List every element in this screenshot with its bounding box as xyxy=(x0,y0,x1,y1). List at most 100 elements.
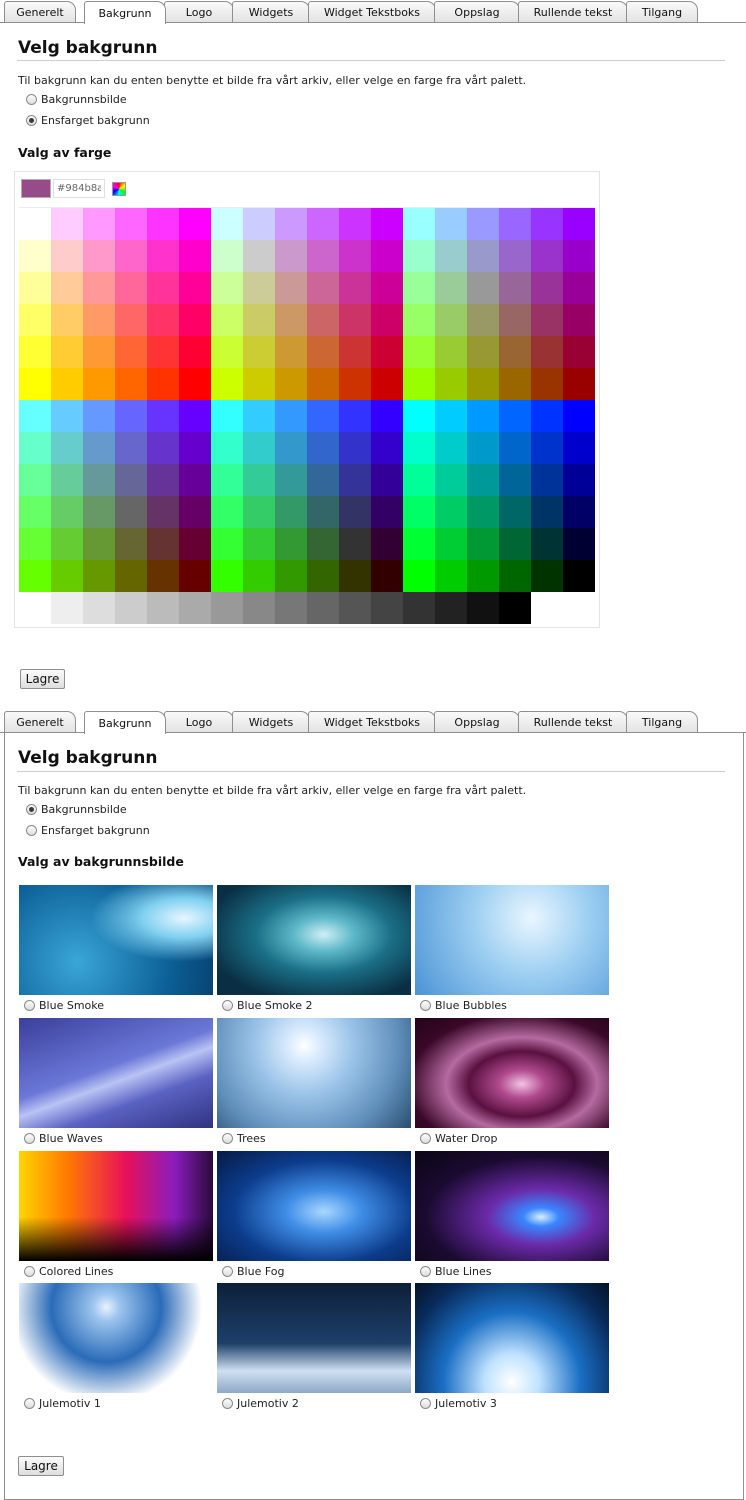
tab-logo[interactable]: Logo xyxy=(164,1,234,22)
color-swatch[interactable] xyxy=(563,560,595,592)
color-swatch[interactable] xyxy=(371,496,403,528)
color-swatch[interactable] xyxy=(339,304,371,336)
color-swatch[interactable] xyxy=(179,464,211,496)
color-swatch[interactable] xyxy=(275,400,307,432)
tab-widgets[interactable]: Widgets xyxy=(232,1,310,22)
color-swatch[interactable] xyxy=(275,336,307,368)
tab-bakgrunn[interactable]: Bakgrunn xyxy=(84,711,166,734)
color-swatch[interactable] xyxy=(339,528,371,560)
color-swatch[interactable] xyxy=(499,496,531,528)
color-swatch[interactable] xyxy=(307,432,339,464)
color-swatch[interactable] xyxy=(403,400,435,432)
tab-widgets[interactable]: Widgets xyxy=(232,711,310,732)
tab-tilgang[interactable]: Tilgang xyxy=(626,711,698,732)
color-swatch[interactable] xyxy=(435,368,467,400)
color-swatch[interactable] xyxy=(339,400,371,432)
color-swatch[interactable] xyxy=(275,528,307,560)
color-swatch[interactable] xyxy=(147,400,179,432)
color-swatch[interactable] xyxy=(19,592,51,624)
color-swatch[interactable] xyxy=(211,400,243,432)
color-swatch[interactable] xyxy=(19,528,51,560)
color-swatch[interactable] xyxy=(435,304,467,336)
color-swatch[interactable] xyxy=(403,496,435,528)
color-swatch[interactable] xyxy=(403,528,435,560)
color-swatch[interactable] xyxy=(531,400,563,432)
color-swatch[interactable] xyxy=(179,496,211,528)
color-swatch[interactable] xyxy=(179,208,211,240)
color-swatch[interactable] xyxy=(563,464,595,496)
color-swatch[interactable] xyxy=(371,592,403,624)
color-swatch[interactable] xyxy=(499,592,531,624)
color-swatch[interactable] xyxy=(211,432,243,464)
color-swatch[interactable] xyxy=(147,528,179,560)
color-swatch[interactable] xyxy=(403,560,435,592)
tab-oppslag[interactable]: Oppslag xyxy=(434,1,520,22)
color-swatch[interactable] xyxy=(307,560,339,592)
color-swatch[interactable] xyxy=(83,272,115,304)
color-swatch[interactable] xyxy=(115,400,147,432)
color-swatch[interactable] xyxy=(115,272,147,304)
color-swatch[interactable] xyxy=(371,464,403,496)
color-swatch[interactable] xyxy=(467,464,499,496)
color-swatch[interactable] xyxy=(435,592,467,624)
color-swatch[interactable] xyxy=(211,368,243,400)
color-swatch[interactable] xyxy=(115,304,147,336)
color-wheel-button[interactable] xyxy=(110,179,128,198)
color-swatch[interactable] xyxy=(403,336,435,368)
color-swatch[interactable] xyxy=(51,400,83,432)
color-swatch[interactable] xyxy=(51,240,83,272)
background-thumbnail[interactable] xyxy=(217,885,411,995)
save-button[interactable]: Lagre xyxy=(18,1456,64,1476)
color-swatch[interactable] xyxy=(115,208,147,240)
color-swatch[interactable] xyxy=(51,432,83,464)
color-swatch[interactable] xyxy=(467,208,499,240)
color-swatch[interactable] xyxy=(275,208,307,240)
color-swatch[interactable] xyxy=(179,400,211,432)
color-swatch[interactable] xyxy=(499,208,531,240)
color-swatch[interactable] xyxy=(339,368,371,400)
color-swatch[interactable] xyxy=(339,592,371,624)
color-swatch[interactable] xyxy=(531,368,563,400)
color-swatch[interactable] xyxy=(83,400,115,432)
color-swatch[interactable] xyxy=(563,496,595,528)
color-swatch[interactable] xyxy=(51,496,83,528)
color-swatch[interactable] xyxy=(275,304,307,336)
radio-button[interactable] xyxy=(420,1000,431,1011)
thumbnail-option[interactable]: Water Drop xyxy=(420,1132,497,1145)
tab-generelt[interactable]: Generelt xyxy=(4,711,76,732)
color-swatch[interactable] xyxy=(115,592,147,624)
color-swatch[interactable] xyxy=(243,528,275,560)
color-swatch[interactable] xyxy=(211,592,243,624)
color-swatch[interactable] xyxy=(307,592,339,624)
color-swatch[interactable] xyxy=(339,272,371,304)
color-swatch[interactable] xyxy=(51,272,83,304)
color-swatch[interactable] xyxy=(83,208,115,240)
color-swatch[interactable] xyxy=(435,240,467,272)
color-swatch[interactable] xyxy=(339,336,371,368)
color-swatch[interactable] xyxy=(211,528,243,560)
radio-button-selected[interactable] xyxy=(26,115,37,126)
color-swatch[interactable] xyxy=(307,368,339,400)
radio-button[interactable] xyxy=(24,1398,35,1409)
color-swatch[interactable] xyxy=(563,304,595,336)
color-swatch[interactable] xyxy=(307,336,339,368)
color-swatch[interactable] xyxy=(83,496,115,528)
color-swatch[interactable] xyxy=(211,208,243,240)
radio-button[interactable] xyxy=(420,1266,431,1277)
background-thumbnail[interactable] xyxy=(19,1283,213,1393)
color-swatch[interactable] xyxy=(243,368,275,400)
color-swatch[interactable] xyxy=(435,272,467,304)
color-swatch[interactable] xyxy=(307,208,339,240)
color-swatch[interactable] xyxy=(371,400,403,432)
color-swatch[interactable] xyxy=(83,560,115,592)
color-swatch[interactable] xyxy=(115,560,147,592)
color-swatch[interactable] xyxy=(243,464,275,496)
tab-widget-tekstboks[interactable]: Widget Tekstboks xyxy=(308,711,436,732)
color-swatch[interactable] xyxy=(467,528,499,560)
color-swatch[interactable] xyxy=(115,528,147,560)
color-swatch[interactable] xyxy=(19,496,51,528)
radio-button[interactable] xyxy=(24,1266,35,1277)
radio-button[interactable] xyxy=(222,1266,233,1277)
color-swatch[interactable] xyxy=(115,336,147,368)
color-swatch[interactable] xyxy=(403,432,435,464)
